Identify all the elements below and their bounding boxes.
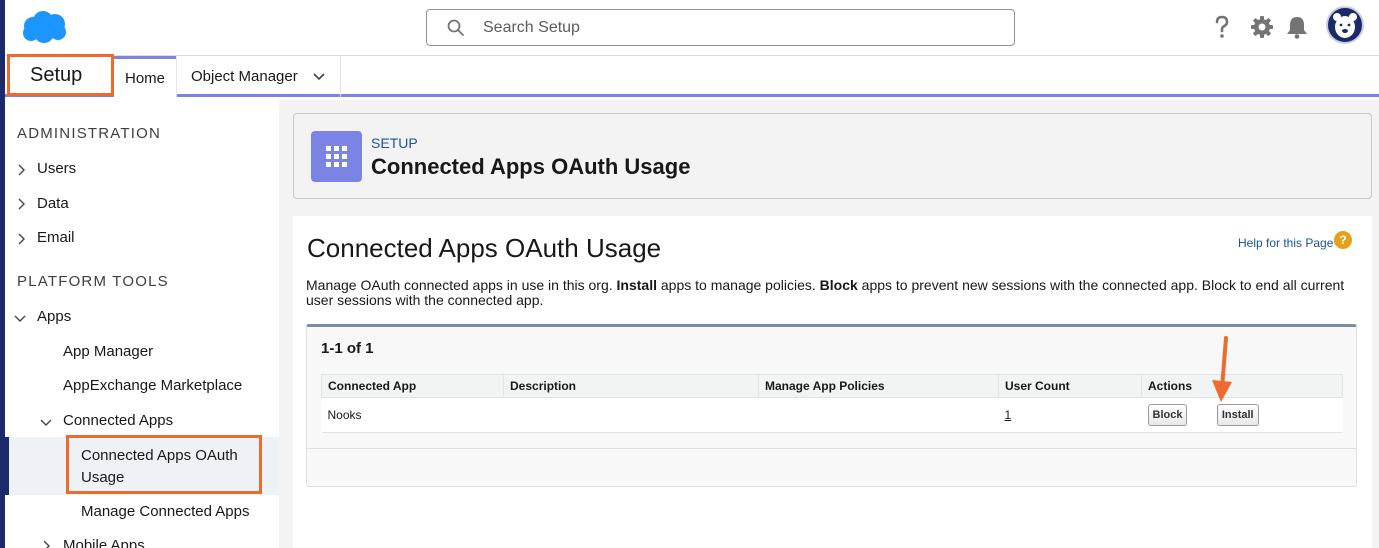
chevron-right-icon[interactable]	[15, 198, 27, 210]
col-user-count: User Count	[998, 374, 1142, 398]
user-avatar[interactable]	[1326, 6, 1364, 44]
connected-apps-table: Connected App Description Manage App Pol…	[321, 374, 1343, 433]
section-administration: ADMINISTRATION	[17, 125, 162, 142]
col-manage-app-policies: Manage App Policies	[758, 374, 999, 398]
bell-icon[interactable]	[1284, 14, 1310, 40]
main-content-area: SETUP Connected Apps OAuth Usage Connect…	[279, 100, 1379, 548]
search-input[interactable]	[483, 17, 983, 39]
col-description: Description	[503, 374, 759, 398]
table-header-row: Connected App Description Manage App Pol…	[321, 374, 1343, 398]
section-platform-tools: PLATFORM TOOLS	[17, 273, 169, 290]
apps-grid-icon	[311, 131, 362, 182]
table-row: Nooks 1 Block Install	[321, 397, 1343, 433]
cell-description	[503, 397, 759, 433]
page-header-title: Connected Apps OAuth Usage	[371, 154, 691, 179]
chevron-right-icon[interactable]	[15, 233, 27, 245]
desc-bold-block: Block	[819, 277, 858, 293]
cell-actions: Block Install	[1141, 397, 1343, 433]
tab-object-manager-label: Object Manager	[191, 68, 298, 85]
install-button[interactable]: Install	[1216, 404, 1259, 426]
content-title: Connected Apps OAuth Usage	[307, 233, 662, 263]
sidebar-item-manage-connected-apps[interactable]: Manage Connected Apps	[81, 503, 249, 520]
cell-policies	[758, 397, 999, 433]
help-question-icon[interactable]: ?	[1334, 231, 1352, 249]
page-header: SETUP Connected Apps OAuth Usage	[293, 113, 1372, 199]
annotation-arrow-icon	[1212, 336, 1232, 402]
bear-avatar-icon	[1333, 13, 1357, 38]
cell-user-count: 1	[998, 397, 1142, 433]
col-actions: Actions	[1141, 374, 1343, 398]
sidebar-item-apps[interactable]: Apps	[37, 308, 71, 325]
left-edge-bar	[0, 0, 5, 548]
chevron-down-icon[interactable]	[40, 416, 52, 428]
user-count-link[interactable]: 1	[1005, 408, 1012, 422]
salesforce-cloud-logo[interactable]	[20, 10, 68, 44]
chevron-right-icon[interactable]	[40, 540, 52, 548]
search-icon	[447, 19, 464, 36]
chevron-down-icon[interactable]	[312, 70, 326, 84]
block-button[interactable]: Block	[1147, 404, 1188, 426]
sidebar-item-connected-apps[interactable]: Connected Apps	[63, 412, 173, 429]
setup-highlight-box	[7, 54, 114, 96]
page-description: Manage OAuth connected apps in use in th…	[306, 278, 1356, 308]
desc-bold-install: Install	[616, 277, 657, 293]
global-header	[0, 0, 1379, 56]
chevron-down-icon[interactable]	[14, 312, 26, 324]
desc-text-2: apps to manage policies.	[657, 277, 820, 293]
oauth-usage-highlight-box	[66, 435, 262, 494]
page-eyebrow: SETUP	[371, 135, 418, 151]
sidebar-item-appexchange[interactable]: AppExchange Marketplace	[63, 377, 242, 394]
cell-app-name: Nooks	[321, 397, 504, 433]
apps-list-panel: 1-1 of 1 Connected App Description Manag…	[306, 324, 1357, 487]
chevron-right-icon[interactable]	[15, 164, 27, 176]
panel-footer-divider	[307, 448, 1356, 449]
sidebar-item-data[interactable]: Data	[37, 195, 69, 212]
sidebar-item-mobile-apps[interactable]: Mobile Apps	[63, 537, 145, 548]
tab-object-manager[interactable]: Object Manager	[176, 56, 341, 97]
sidebar-item-users[interactable]: Users	[37, 160, 76, 177]
search-box[interactable]	[426, 9, 1015, 46]
app-nav-bar: Setup Home Object Manager	[0, 56, 1379, 97]
gear-icon[interactable]	[1249, 14, 1275, 40]
sidebar-item-app-manager[interactable]: App Manager	[63, 343, 153, 360]
tab-home[interactable]: Home	[114, 56, 176, 97]
sidebar-item-email[interactable]: Email	[37, 229, 75, 246]
help-icon[interactable]	[1209, 14, 1235, 40]
col-connected-app: Connected App	[321, 374, 504, 398]
help-for-this-page-link[interactable]: Help for this Page	[1238, 236, 1333, 250]
desc-text-1: Manage OAuth connected apps in use in th…	[306, 277, 617, 293]
record-count: 1-1 of 1	[321, 340, 374, 357]
